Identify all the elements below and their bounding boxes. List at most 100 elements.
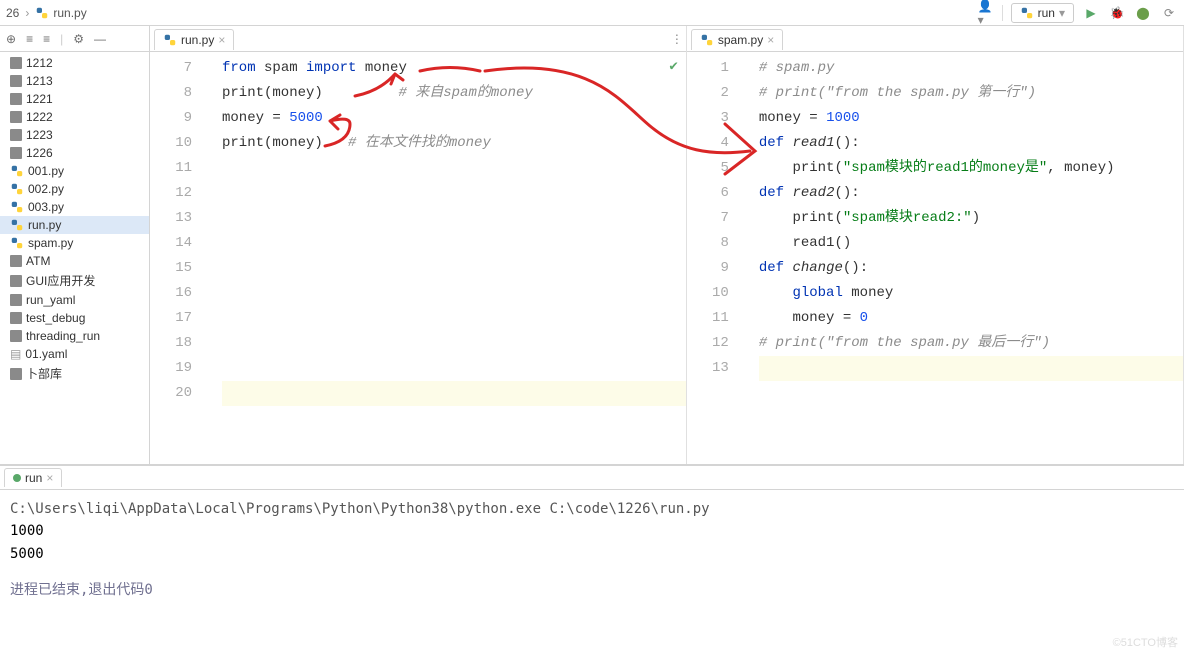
tree-item[interactable]: 卜部库	[0, 363, 149, 384]
toolbar-right: 👤▾ run ▾ ▶ 🐞 ⬤ ⟳	[978, 3, 1178, 23]
editor-right: spam.py × 12345678910111213# spam.py# pr…	[687, 26, 1184, 464]
tree-item[interactable]: spam.py	[0, 234, 149, 252]
user-icon[interactable]: 👤▾	[978, 5, 994, 21]
code-line[interactable]: def change():	[759, 256, 1183, 281]
tree-item[interactable]: 001.py	[0, 162, 149, 180]
tree-item-label: 1222	[26, 110, 53, 124]
close-icon[interactable]: ×	[218, 33, 225, 47]
breadcrumb-file[interactable]: run.py	[53, 6, 86, 20]
tree-item-label: 003.py	[28, 200, 64, 214]
collapse-icon[interactable]: ≡	[26, 32, 33, 46]
tree-item[interactable]: 1223	[0, 126, 149, 144]
code-line[interactable]	[222, 306, 686, 331]
breadcrumb-folder[interactable]: 26	[6, 6, 19, 20]
code-line[interactable]: read1()	[759, 231, 1183, 256]
close-icon[interactable]: ×	[767, 33, 774, 47]
code-line[interactable]	[222, 181, 686, 206]
tab-options-icon[interactable]: ⋮	[671, 32, 682, 46]
tree-item[interactable]: test_debug	[0, 309, 149, 327]
minimize-icon[interactable]: —	[94, 32, 106, 46]
project-sidebar: ⊕ ≡ ≡ | ⚙ — 121212131221122212231226001.…	[0, 26, 150, 464]
console-tab-run[interactable]: run ×	[4, 468, 62, 487]
tree-item[interactable]: threading_run	[0, 327, 149, 345]
console-panel: run × C:\Users\liqi\AppData\Local\Progra…	[0, 464, 1184, 654]
tree-item[interactable]: 1222	[0, 108, 149, 126]
gutter: 12345678910111213	[687, 52, 739, 464]
code-line[interactable]: # print("from the spam.py 第一行")	[759, 81, 1183, 106]
code-line[interactable]: def read1():	[759, 131, 1183, 156]
breadcrumb[interactable]: 26 run.py	[6, 6, 87, 20]
tree-item[interactable]: ▤01.yaml	[0, 345, 149, 363]
code-line[interactable]: money = 1000	[759, 106, 1183, 131]
code-line[interactable]	[222, 206, 686, 231]
coverage-button[interactable]: ⬤	[1134, 4, 1152, 22]
gutter: 7891011121314151617181920	[150, 52, 202, 464]
tab-bar-left: run.py × ⋮	[150, 26, 686, 52]
tree-item[interactable]: GUI应用开发	[0, 270, 149, 291]
code-line[interactable]	[222, 231, 686, 256]
tree-item[interactable]: 002.py	[0, 180, 149, 198]
python-file-icon	[10, 218, 24, 232]
folder-icon	[10, 275, 22, 287]
close-icon[interactable]: ×	[46, 471, 53, 485]
tab-label: run.py	[181, 33, 214, 47]
tab-spam-py[interactable]: spam.py ×	[691, 29, 783, 50]
project-tree[interactable]: 1212 1213 1221 1222 12231226001.py 002.py 003.…	[0, 52, 149, 464]
code-line[interactable]: print(money) # 来自spam的money	[222, 81, 686, 106]
code-line[interactable]: print("spam模块read2:")	[759, 206, 1183, 231]
tree-item[interactable]: run_yaml	[0, 291, 149, 309]
tree-item[interactable]: run.py	[0, 216, 149, 234]
code-line[interactable]: print("spam模块的read1的money是", money)	[759, 156, 1183, 181]
code-line[interactable]	[222, 281, 686, 306]
code-area-right[interactable]: 12345678910111213# spam.py# print("from …	[687, 52, 1183, 464]
code-line[interactable]: money = 0	[759, 306, 1183, 331]
code-line[interactable]	[222, 381, 686, 406]
profile-button[interactable]: ⟳	[1160, 4, 1178, 22]
tree-item[interactable]: 1221	[0, 90, 149, 108]
code-line[interactable]: money = 5000	[222, 106, 686, 131]
code-line[interactable]	[222, 156, 686, 181]
folder-icon	[10, 57, 22, 69]
code-line[interactable]: def read2():	[759, 181, 1183, 206]
tree-item[interactable]: 1212	[0, 54, 149, 72]
code-body[interactable]: from spam import moneyprint(money) # 来自s…	[216, 52, 686, 464]
tab-run-py[interactable]: run.py ×	[154, 29, 234, 50]
console-line: 5000	[10, 543, 1174, 565]
code-area-left[interactable]: ✔ 7891011121314151617181920from spam imp…	[150, 52, 686, 464]
gear-icon[interactable]: ⚙	[73, 32, 84, 46]
chevron-down-icon: ▾	[1059, 6, 1065, 20]
code-line[interactable]: print(money) # 在本文件找的money	[222, 131, 686, 156]
code-line[interactable]	[222, 256, 686, 281]
python-file-icon	[10, 164, 24, 178]
debug-button[interactable]: 🐞	[1108, 4, 1126, 22]
code-line[interactable]	[222, 331, 686, 356]
tree-item-label: 002.py	[28, 182, 64, 196]
run-button[interactable]: ▶	[1082, 4, 1100, 22]
python-file-icon	[35, 6, 49, 20]
tree-item[interactable]: 003.py	[0, 198, 149, 216]
code-line[interactable]: from spam import money	[222, 56, 686, 81]
code-line[interactable]: # print("from the spam.py 最后一行")	[759, 331, 1183, 356]
code-line[interactable]: global money	[759, 281, 1183, 306]
folder-icon	[10, 129, 22, 141]
console-tab-label: run	[25, 471, 42, 485]
tree-item-label: 1221	[26, 92, 53, 106]
code-line[interactable]: # spam.py	[759, 56, 1183, 81]
tree-item[interactable]: 1226	[0, 144, 149, 162]
tree-item-label: run_yaml	[26, 293, 75, 307]
code-body[interactable]: # spam.py# print("from the spam.py 第一行")…	[753, 52, 1183, 464]
tree-item-label: ATM	[26, 254, 50, 268]
code-line[interactable]	[222, 356, 686, 381]
expand-icon[interactable]: ≡	[43, 32, 50, 46]
tree-item[interactable]: ATM	[0, 252, 149, 270]
console-output[interactable]: C:\Users\liqi\AppData\Local\Programs\Pyt…	[0, 490, 1184, 654]
tree-item[interactable]: 1213	[0, 72, 149, 90]
python-file-icon	[163, 33, 177, 47]
run-config-selector[interactable]: run ▾	[1011, 3, 1074, 23]
target-icon[interactable]: ⊕	[6, 32, 16, 46]
tree-item-label: 1213	[26, 74, 53, 88]
folder-icon	[10, 255, 22, 267]
fold-column	[202, 52, 216, 464]
folder-icon	[10, 75, 22, 87]
code-line[interactable]	[759, 356, 1183, 381]
